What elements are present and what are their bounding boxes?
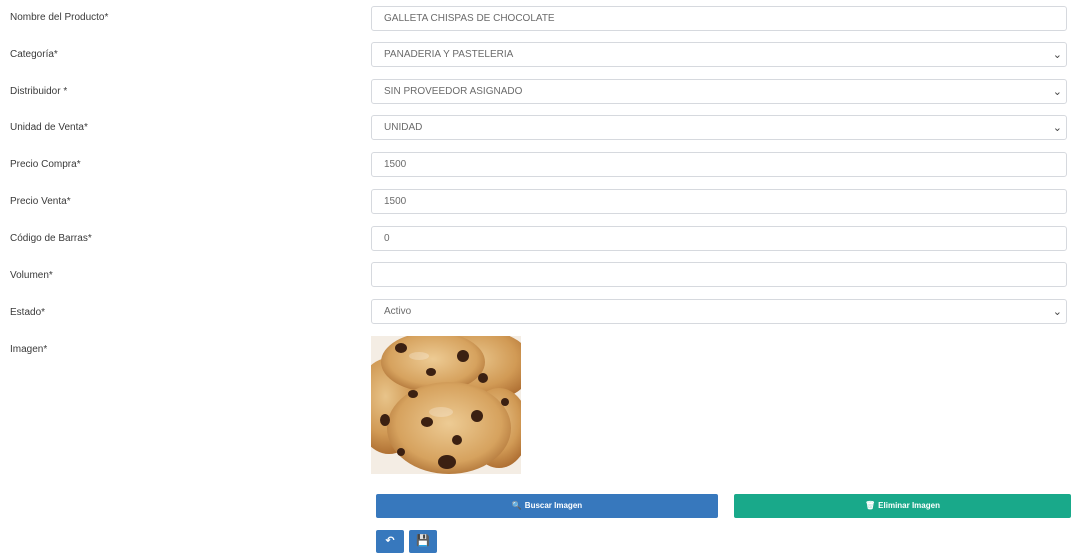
cookies-illustration	[371, 336, 521, 474]
image-label: Imagen*	[10, 344, 48, 355]
delete-image-button[interactable]: 🗑 Eliminar Imagen	[734, 494, 1071, 518]
save-button[interactable]: 💾	[409, 530, 437, 553]
barcode-label: Código de Barras*	[10, 233, 92, 244]
product-name-value: GALLETA CHISPAS DE CHOCOLATE	[384, 13, 555, 24]
category-label: Categoría*	[10, 49, 58, 60]
purchase-price-value: 1500	[384, 159, 407, 170]
barcode-input[interactable]: 0	[371, 226, 1067, 251]
undo-arrow-icon: ↶	[385, 535, 395, 547]
status-label: Estado*	[10, 307, 46, 318]
search-icon: 🔍	[511, 501, 522, 510]
purchase-price-input[interactable]: 1500	[371, 152, 1067, 177]
chevron-down-icon: ⌄	[1052, 306, 1062, 318]
barcode-value: 0	[384, 233, 390, 244]
floppy-save-icon: 💾	[416, 535, 430, 547]
product-edit-form: Nombre del Producto* GALLETA CHISPAS DE …	[0, 0, 1071, 553]
search-image-label: Buscar Imagen	[524, 501, 583, 510]
volume-input[interactable]	[371, 262, 1067, 287]
product-name-label: Nombre del Producto*	[10, 12, 109, 23]
sale-unit-label: Unidad de Venta*	[10, 122, 88, 133]
purchase-price-label: Precio Compra*	[10, 159, 81, 170]
chevron-down-icon: ⌄	[1052, 49, 1062, 61]
chevron-down-icon: ⌄	[1052, 122, 1062, 134]
trash-icon: 🗑	[865, 501, 876, 510]
distributor-select[interactable]: SIN PROVEEDOR ASIGNADO ⌄	[371, 79, 1067, 104]
back-button[interactable]: ↶	[376, 530, 404, 553]
delete-image-label: Eliminar Imagen	[878, 501, 940, 510]
product-image	[371, 336, 521, 474]
search-image-button[interactable]: 🔍 Buscar Imagen	[376, 494, 718, 518]
product-name-input[interactable]: GALLETA CHISPAS DE CHOCOLATE	[371, 6, 1067, 31]
sale-price-label: Precio Venta*	[10, 196, 71, 207]
distributor-label: Distribuidor *	[10, 86, 68, 97]
category-select[interactable]: PANADERIA Y PASTELERIA ⌄	[371, 42, 1067, 67]
status-value: Activo	[384, 306, 412, 317]
distributor-value: SIN PROVEEDOR ASIGNADO	[384, 86, 523, 97]
sale-price-value: 1500	[384, 196, 407, 207]
volume-label: Volumen*	[10, 270, 53, 281]
category-value: PANADERIA Y PASTELERIA	[384, 49, 514, 60]
sale-unit-select[interactable]: UNIDAD ⌄	[371, 115, 1067, 140]
chevron-down-icon: ⌄	[1052, 86, 1062, 98]
sale-unit-value: UNIDAD	[384, 122, 423, 133]
status-select[interactable]: Activo ⌄	[371, 299, 1067, 324]
sale-price-input[interactable]: 1500	[371, 189, 1067, 214]
